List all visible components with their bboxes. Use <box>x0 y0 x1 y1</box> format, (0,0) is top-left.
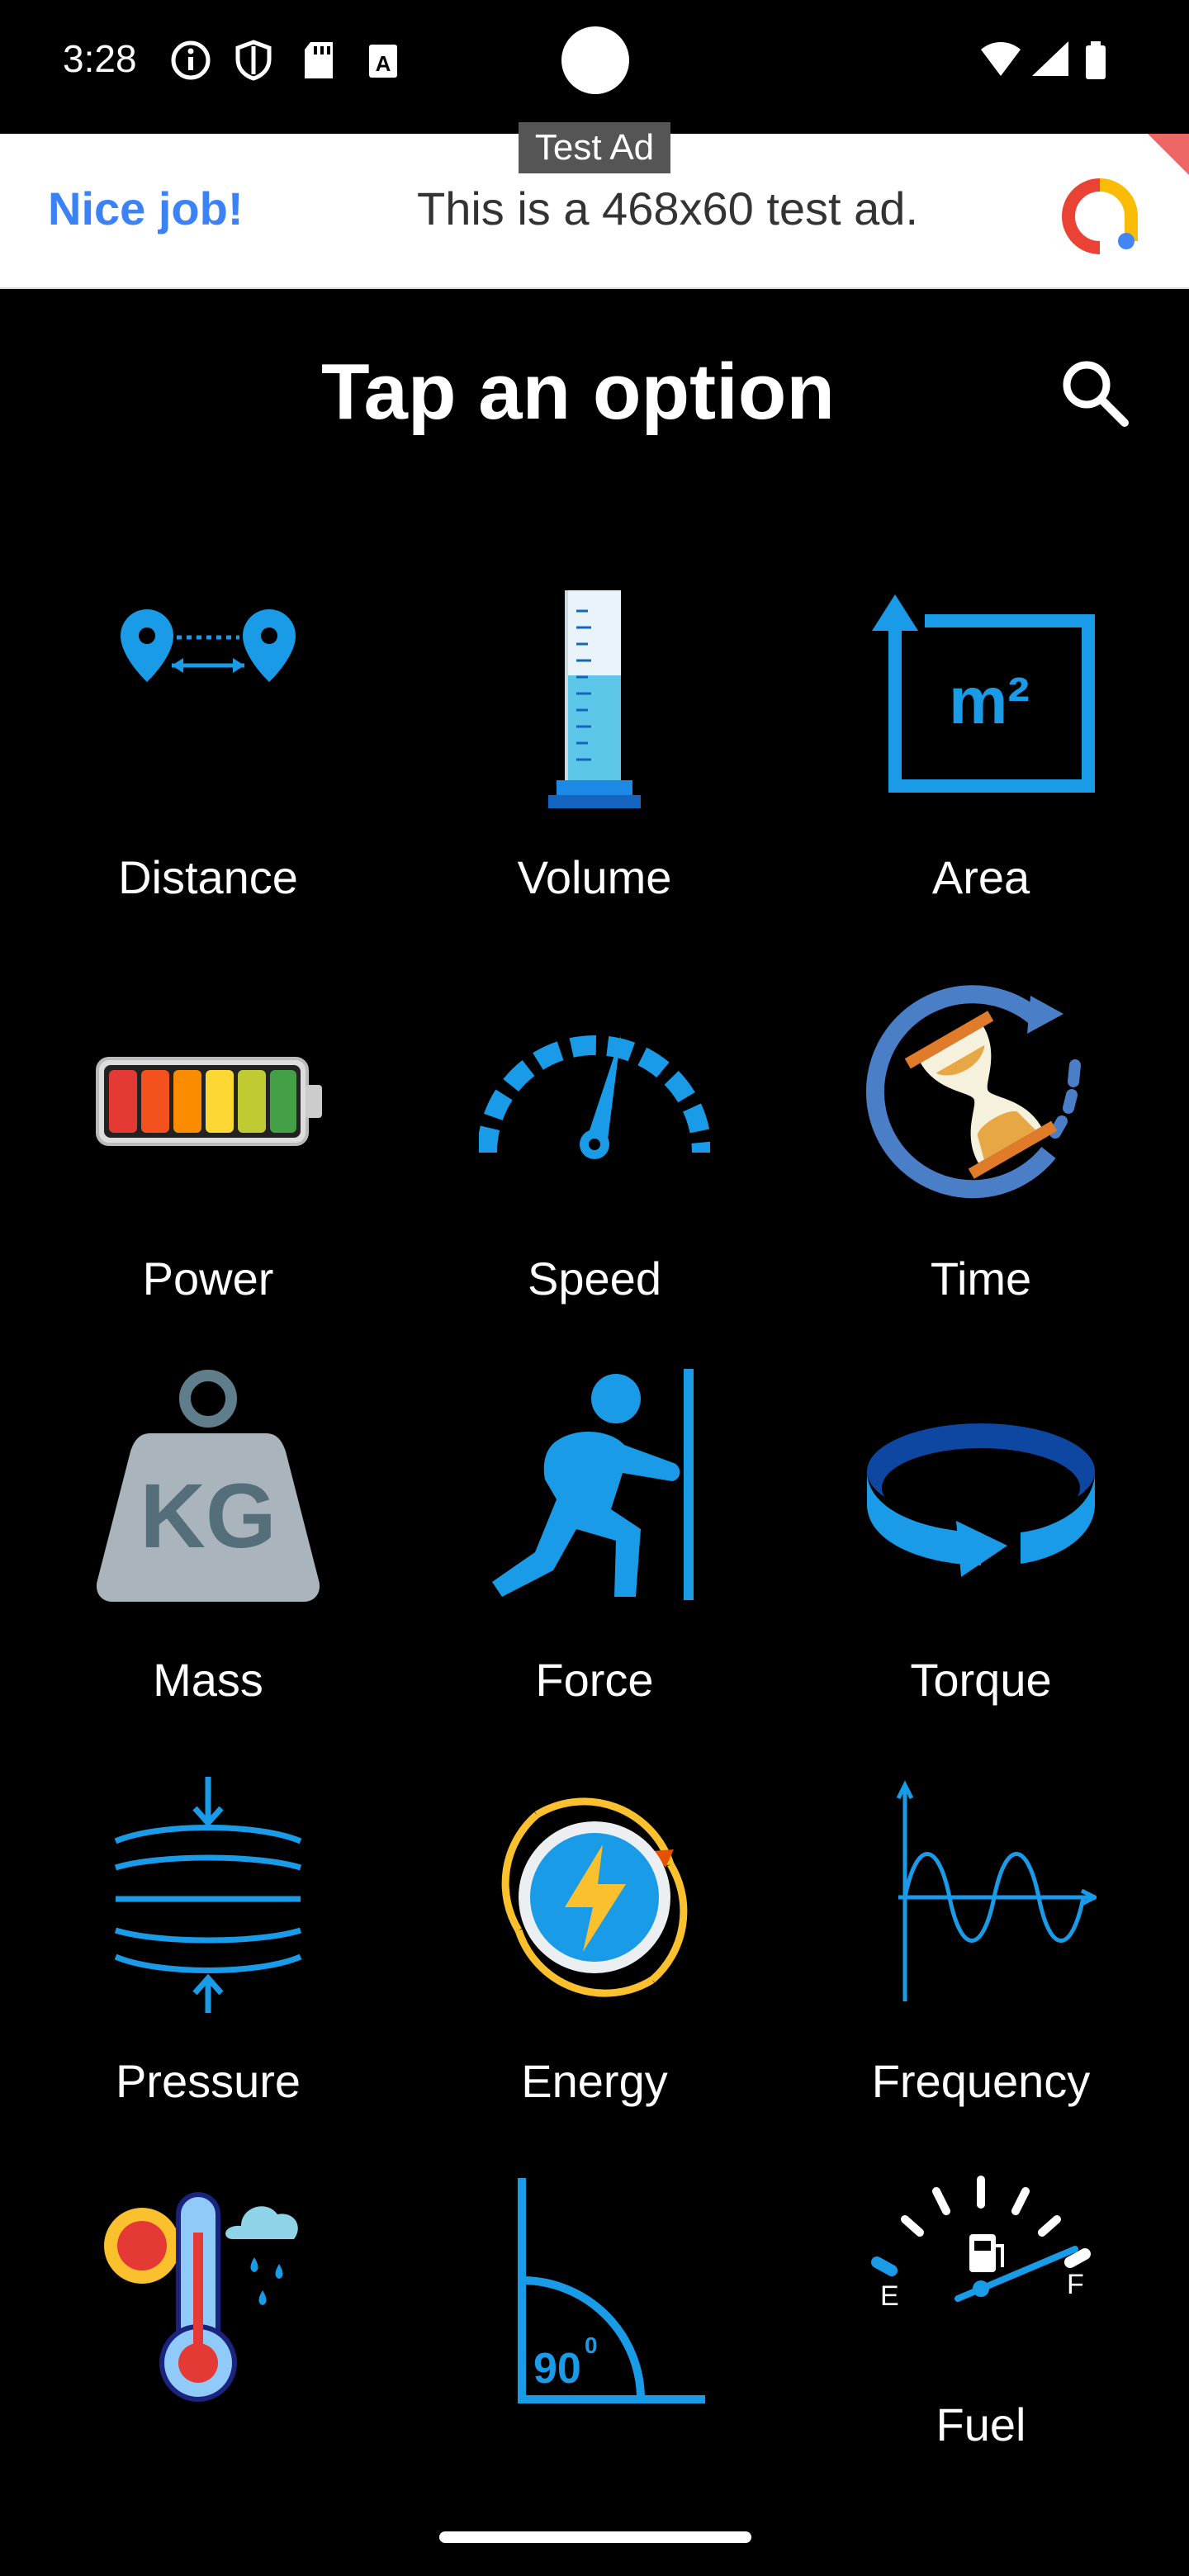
option-label: Time <box>930 1252 1032 1305</box>
option-label: Torque <box>910 1654 1052 1706</box>
camera-cutout <box>561 26 629 94</box>
option-area[interactable]: m² Area <box>832 545 1130 925</box>
option-label: Distance <box>118 851 298 903</box>
option-power[interactable]: Power <box>59 946 357 1326</box>
svg-text:0: 0 <box>585 2332 598 2358</box>
info-icon <box>171 40 211 80</box>
page-title: Tap an option <box>320 348 836 436</box>
svg-text:KG: KG <box>140 1466 277 1567</box>
wifi-icon <box>981 42 1021 76</box>
option-label: Mass <box>153 1654 263 1706</box>
wave-icon <box>896 1780 1097 2001</box>
fuel-gauge-icon: E F <box>871 2176 1091 2312</box>
option-pressure[interactable]: Pressure <box>59 1749 357 2129</box>
angle-icon: 90 0 <box>518 2178 705 2403</box>
status-time: 3:28 <box>63 37 137 80</box>
volume-icon <box>548 590 641 808</box>
option-label: Force <box>535 1654 654 1706</box>
ad-tag: Test Ad <box>519 122 670 173</box>
distance-icon <box>121 609 296 682</box>
admob-logo-icon <box>1062 178 1138 254</box>
gesture-nav-bar[interactable] <box>439 2531 751 2543</box>
option-label: Pressure <box>115 2055 301 2107</box>
speedometer-icon <box>479 1035 710 1159</box>
signal-icon <box>1032 41 1068 76</box>
area-icon: m² <box>872 594 1095 793</box>
hourglass-icon <box>865 985 1081 1199</box>
ad-choices-corner[interactable] <box>1148 134 1189 175</box>
option-volume[interactable]: Volume <box>446 545 743 925</box>
svg-text:A: A <box>376 51 391 76</box>
svg-text:F: F <box>1067 2269 1084 2300</box>
ad-headline[interactable]: Nice job! <box>48 182 243 235</box>
option-frequency[interactable]: Frequency <box>832 1749 1130 2129</box>
option-force[interactable]: Force <box>446 1347 743 1727</box>
weight-kg-icon: KG <box>96 1370 320 1602</box>
search-icon[interactable] <box>1057 355 1131 429</box>
status-bar: 3:28 A <box>0 0 1189 124</box>
svg-text:E: E <box>880 2280 899 2312</box>
option-energy[interactable]: Energy <box>446 1749 743 2129</box>
option-label: Power <box>142 1252 274 1305</box>
thermometer-icon <box>104 2192 298 2402</box>
energy-icon <box>501 1797 688 1997</box>
battery-icon <box>1086 41 1106 79</box>
font-a-icon: A <box>369 45 397 78</box>
option-label: Speed <box>528 1252 661 1305</box>
option-time[interactable]: Time <box>832 946 1130 1326</box>
svg-text:90: 90 <box>533 2345 581 2393</box>
svg-text:m²: m² <box>949 664 1030 737</box>
option-label: Energy <box>521 2055 668 2107</box>
power-battery-icon <box>96 1057 322 1146</box>
option-label: Fuel <box>936 2398 1026 2451</box>
option-label: Frequency <box>871 2055 1091 2107</box>
option-label: Area <box>931 851 1030 903</box>
pushing-person-icon <box>492 1369 694 1600</box>
option-speed[interactable]: Speed <box>446 946 743 1326</box>
option-torque[interactable]: Torque <box>832 1347 1130 1727</box>
shield-icon <box>235 40 272 81</box>
ad-body[interactable]: This is a 468x60 test ad. <box>417 182 918 235</box>
option-mass[interactable]: KG Mass <box>59 1347 357 1727</box>
option-label: Volume <box>517 851 672 903</box>
pressure-icon <box>114 1777 302 2013</box>
scroll-clip <box>0 2460 1189 2576</box>
rotation-icon <box>867 1423 1095 1577</box>
sd-card-icon <box>305 42 333 78</box>
option-distance[interactable]: Distance <box>59 545 357 925</box>
